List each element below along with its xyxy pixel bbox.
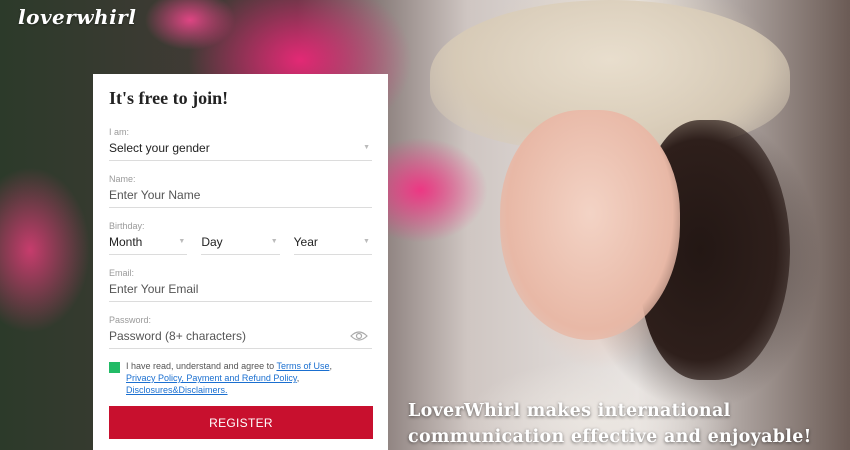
gender-select-value: Select your gender: [109, 141, 210, 155]
tagline-line1: LoverWhirl makes international: [408, 401, 731, 421]
password-field[interactable]: Password: Password (8+ characters): [109, 315, 372, 349]
consent-sep: ,: [296, 373, 300, 383]
privacy-policy-link[interactable]: Privacy Policy, Payment and Refund Polic…: [126, 373, 297, 383]
disclosures-link[interactable]: Disclosures&Disclaimers.: [126, 385, 228, 395]
hero-face: [500, 110, 680, 340]
birthday-label: Birthday:: [109, 221, 145, 231]
consent-row: I have read, understand and agree to Ter…: [109, 360, 372, 396]
birthday-day-select[interactable]: Day ▼: [201, 235, 280, 255]
password-placeholder: Password (8+ characters): [109, 329, 247, 343]
gender-label: I am:: [109, 127, 130, 137]
consent-checkbox[interactable]: [109, 362, 120, 373]
email-input[interactable]: Enter Your Email: [109, 282, 372, 302]
chevron-down-icon: ▼: [363, 144, 370, 151]
birthday-year-value: Year: [293, 235, 318, 249]
consent-prefix: I have read, understand and agree to: [126, 361, 277, 371]
chevron-down-icon: ▼: [178, 238, 186, 245]
signup-title: It's free to join!: [109, 88, 229, 108]
gender-field[interactable]: I am: Select your gender ▼: [109, 127, 372, 161]
birthday-month-select[interactable]: Month ▼: [109, 235, 188, 255]
gender-select[interactable]: Select your gender ▼: [109, 141, 372, 161]
email-placeholder: Enter Your Email: [109, 282, 199, 296]
name-input[interactable]: Enter Your Name: [109, 188, 372, 208]
terms-of-use-link[interactable]: Terms of Use: [276, 361, 329, 371]
consent-sep: ,: [329, 361, 332, 371]
password-input[interactable]: Password (8+ characters): [109, 329, 372, 349]
birthday-field: Birthday: Month ▼ Day ▼ Year ▼: [109, 221, 372, 255]
chevron-down-icon: ▼: [270, 238, 278, 245]
eye-icon[interactable]: [350, 330, 368, 342]
email-field[interactable]: Email: Enter Your Email: [109, 268, 372, 302]
consent-text: I have read, understand and agree to Ter…: [126, 360, 332, 396]
email-label: Email:: [109, 268, 135, 278]
register-button[interactable]: REGISTER: [109, 406, 373, 439]
chevron-down-icon: ▼: [363, 238, 370, 245]
signup-panel: It's free to join! I am: Select your gen…: [93, 74, 388, 450]
birthday-month-value: Month: [109, 235, 143, 249]
name-label: Name:: [109, 174, 136, 184]
tagline-line2: communication effective and enjoyable!: [408, 427, 812, 447]
name-placeholder: Enter Your Name: [109, 188, 201, 202]
site-logo[interactable]: loverwhirl: [18, 5, 136, 29]
hero-tagline: LoverWhirl makes international communica…: [408, 398, 812, 450]
birthday-day-value: Day: [201, 235, 223, 249]
birthday-year-select[interactable]: Year ▼: [293, 235, 372, 255]
password-label: Password:: [109, 315, 152, 325]
name-field[interactable]: Name: Enter Your Name: [109, 174, 372, 208]
